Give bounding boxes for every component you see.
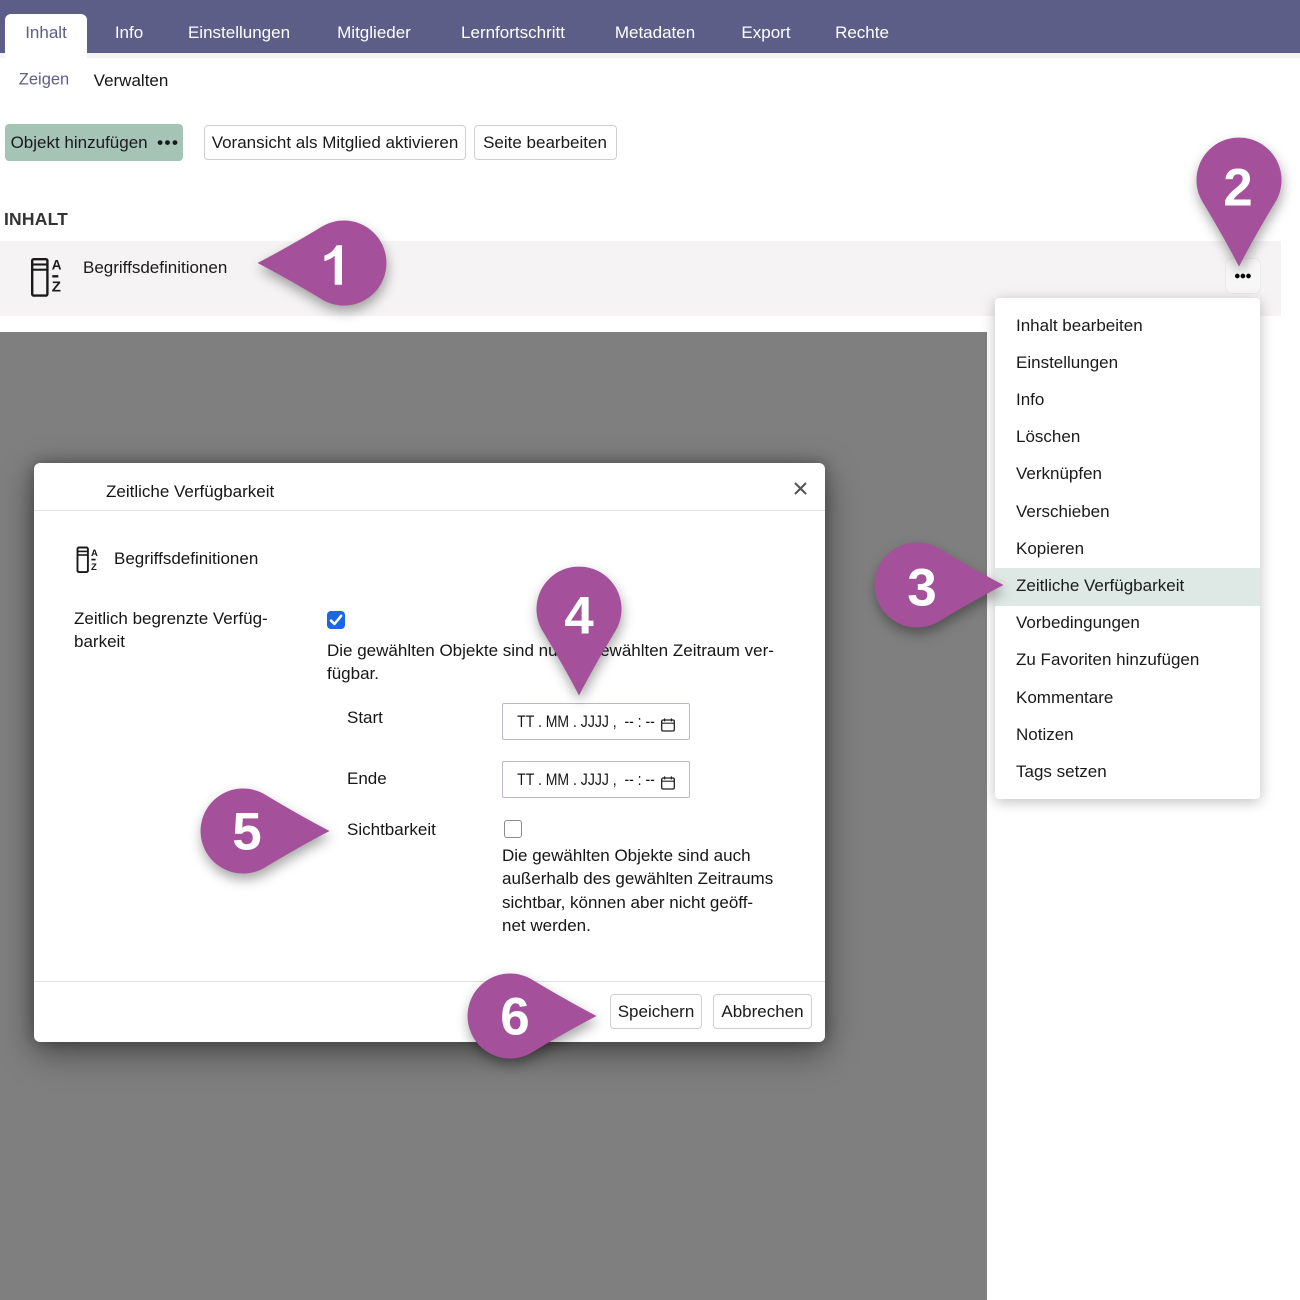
svg-text:Z: Z: [52, 279, 61, 296]
svg-text:A: A: [52, 258, 62, 273]
svg-text:A: A: [91, 548, 98, 559]
svg-text:Z: Z: [91, 562, 97, 573]
